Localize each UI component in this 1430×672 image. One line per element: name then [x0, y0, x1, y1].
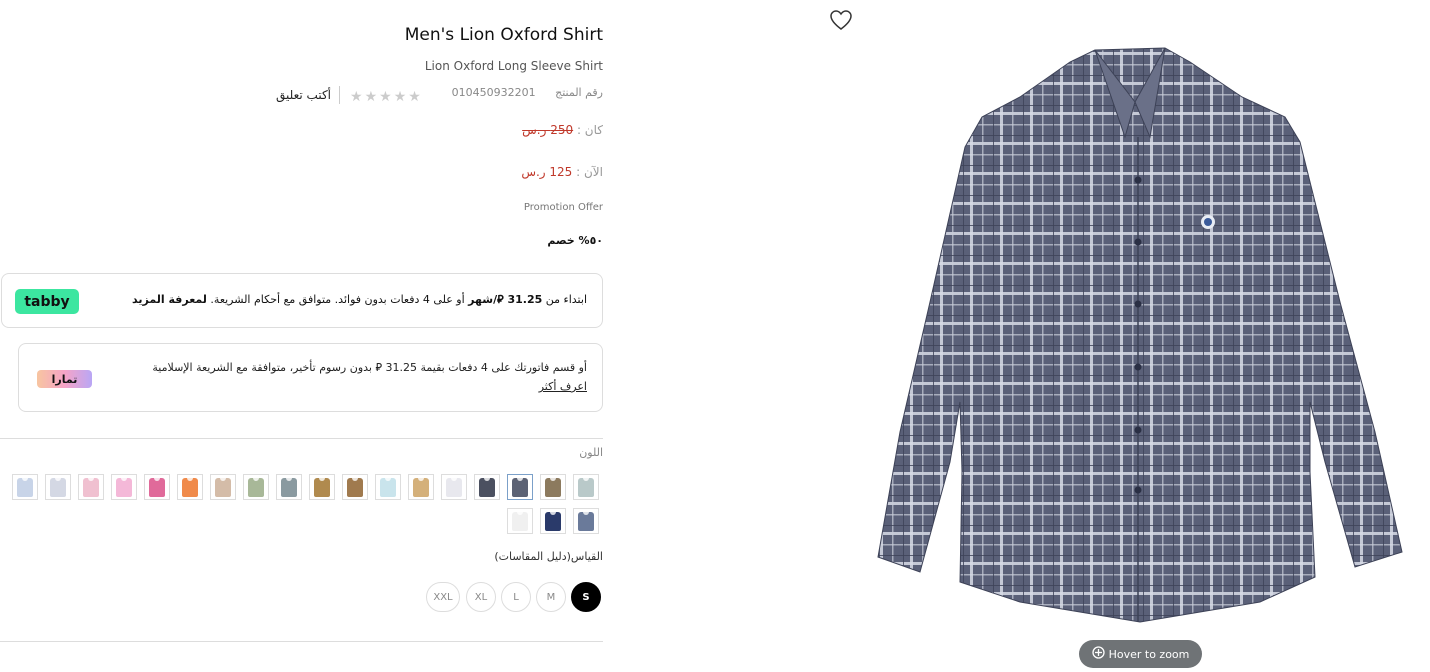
tabby-logo: tabby [15, 289, 79, 314]
size-option[interactable]: L [501, 582, 531, 612]
color-swatch[interactable] [573, 474, 599, 500]
now-price: 125 ر.س [521, 165, 573, 179]
tabby-text-mid: أو على 4 دفعات بدون فوائد. متوافق مع أحك… [210, 293, 465, 306]
color-swatch[interactable] [309, 474, 335, 500]
color-swatch[interactable] [375, 474, 401, 500]
discount-badge: ٥٠% خصم [547, 234, 603, 247]
color-swatch[interactable] [441, 474, 467, 500]
color-swatch[interactable] [276, 474, 302, 500]
size-option[interactable]: XXL [426, 582, 460, 612]
write-review-link[interactable]: أكتب تعليق [276, 88, 331, 102]
star-icon: ★ [408, 88, 421, 105]
divider [0, 641, 603, 642]
tabby-text-start: ابتداء من [545, 293, 587, 306]
product-image[interactable] [870, 42, 1410, 634]
color-swatch[interactable] [144, 474, 170, 500]
color-swatch[interactable] [507, 508, 533, 534]
tamara-learn-more-link[interactable]: اعرف أكثر [539, 380, 587, 393]
promotion-label: Promotion Offer [523, 202, 603, 213]
color-swatch[interactable] [177, 474, 203, 500]
tabby-text: ابتداء من 31.25 ⃁/شهر أو على 4 دفعات بدو… [132, 293, 587, 307]
tamara-description: أو قسم فاتورتك على 4 دفعات بقيمة 31.25 ⃁… [152, 361, 587, 374]
color-label: اللون [579, 446, 603, 459]
size-option[interactable]: XL [466, 582, 496, 612]
tamara-card[interactable]: أو قسم فاتورتك على 4 دفعات بقيمة 31.25 ⃁… [18, 343, 603, 412]
color-swatch[interactable] [210, 474, 236, 500]
zoom-icon [1091, 646, 1105, 662]
tabby-per-month: /شهر [468, 293, 498, 306]
tabby-card[interactable]: ابتداء من 31.25 ⃁/شهر أو على 4 دفعات بدو… [1, 273, 603, 328]
tabby-amount: 31.25 ⃁/شهر [468, 293, 542, 306]
color-swatch[interactable] [243, 474, 269, 500]
divider [339, 86, 340, 104]
zoom-hint[interactable]: Hover to zoom [1079, 640, 1202, 668]
size-label-text: القياس [570, 550, 603, 563]
color-swatch[interactable] [573, 508, 599, 534]
size-label: القياس(دليل المقاسات) [494, 550, 603, 563]
product-title: Men's Lion Oxford Shirt [404, 25, 603, 45]
color-swatch[interactable] [540, 474, 566, 500]
tamara-text: أو قسم فاتورتك على 4 دفعات بقيمة 31.25 ⃁… [137, 358, 587, 396]
now-label: الآن : [576, 165, 603, 179]
wishlist-heart-icon[interactable] [829, 9, 853, 31]
zoom-hint-text: Hover to zoom [1108, 647, 1190, 661]
tabby-learn-more-link[interactable]: لمعرفة المزيد [132, 293, 207, 306]
color-swatch[interactable] [474, 474, 500, 500]
color-swatch[interactable] [78, 474, 104, 500]
color-swatch[interactable] [540, 508, 566, 534]
color-swatch[interactable] [507, 474, 533, 500]
tamara-logo: تمارا [37, 370, 92, 388]
divider [0, 438, 603, 439]
color-swatch[interactable] [111, 474, 137, 500]
color-swatch[interactable] [45, 474, 71, 500]
rating-stars: ★ ★ ★ ★ ★ [348, 86, 421, 105]
color-swatch[interactable] [12, 474, 38, 500]
was-label: كان : [576, 123, 603, 137]
rating-row: أكتب تعليق ★ ★ ★ ★ ★ [276, 85, 421, 105]
sku-value: 010450932201 [451, 86, 536, 99]
color-swatch[interactable] [408, 474, 434, 500]
was-price: 250 ر.س [522, 123, 574, 137]
sku-line: رقم المنتج 010450932201 [452, 86, 603, 99]
size-guide-link[interactable]: (دليل المقاسات) [494, 550, 571, 563]
size-option[interactable]: S [571, 582, 601, 612]
was-price-row: كان : 250 ر.س [522, 123, 603, 137]
star-icon: ★ [350, 88, 363, 105]
size-option[interactable]: M [536, 582, 566, 612]
riyal-icon: ⃁ [497, 293, 504, 306]
product-subtitle: Lion Oxford Long Sleeve Shirt [424, 59, 603, 73]
star-icon: ★ [364, 88, 378, 105]
tabby-amount-value: 31.25 [507, 293, 543, 306]
color-swatch[interactable] [342, 474, 368, 500]
star-icon: ★ [379, 88, 392, 105]
now-price-row: الآن : 125 ر.س [521, 165, 603, 179]
star-icon: ★ [393, 88, 407, 105]
sku-label: رقم المنتج [555, 86, 603, 99]
